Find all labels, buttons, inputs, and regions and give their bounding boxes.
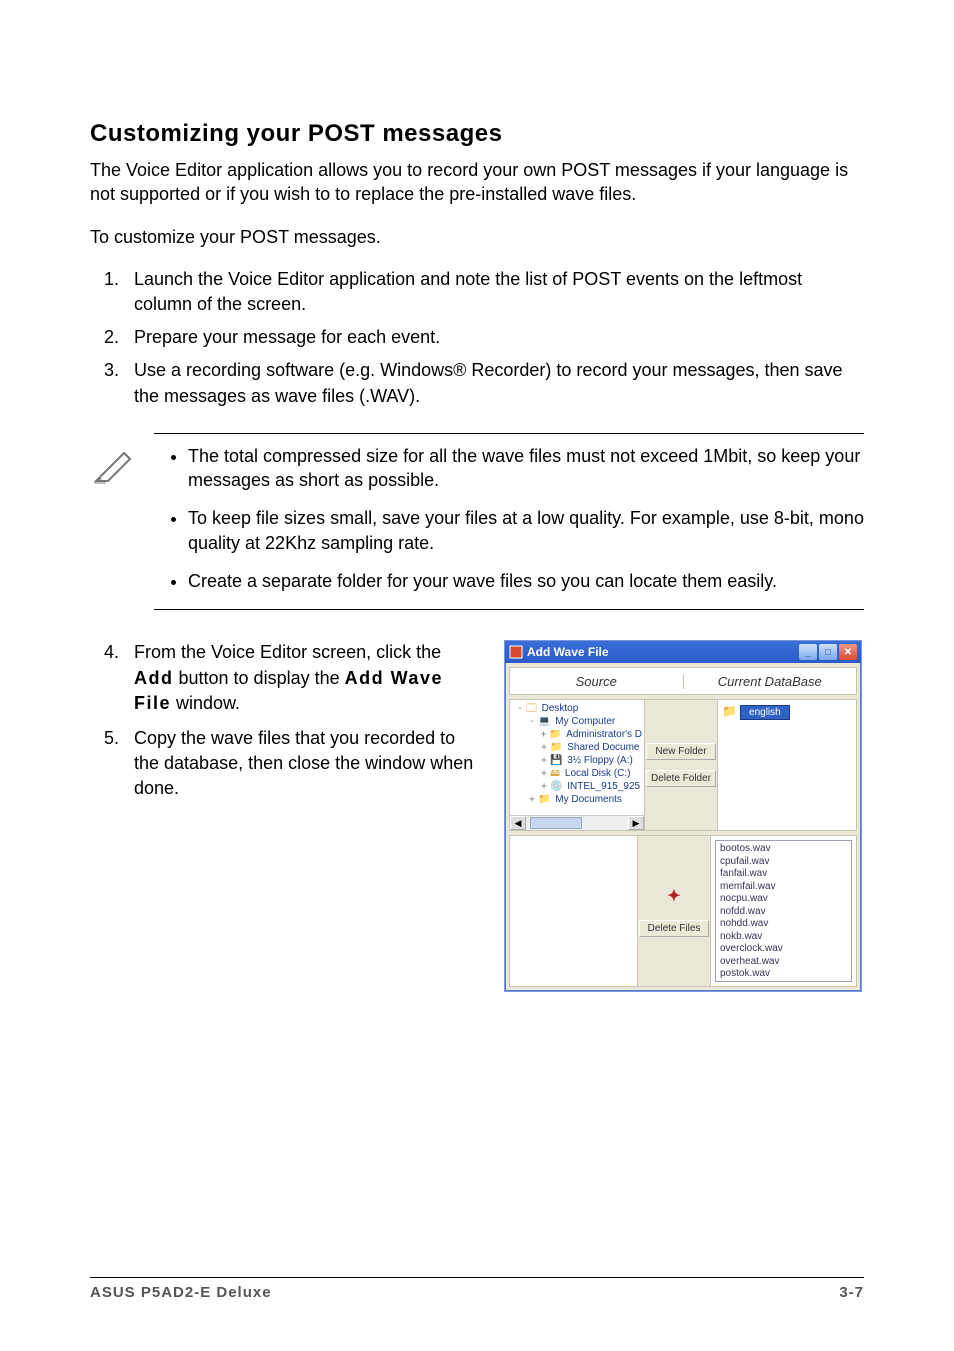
step-item: Use a recording software (e.g. Windows® … [124, 358, 864, 408]
tree-node[interactable]: Desktop [542, 702, 579, 715]
note-item: To keep file sizes small, save your file… [188, 506, 864, 555]
scroll-right-arrow-icon[interactable]: ▶ [628, 816, 644, 830]
file-item[interactable]: nocpu.wav [720, 893, 847, 906]
step-item: Launch the Voice Editor application and … [124, 267, 864, 317]
window-title: Add Wave File [527, 645, 609, 659]
database-files-list[interactable]: bootos.wav cpufail.wav fanfail.wav memfa… [715, 840, 852, 982]
folder-icon: 📁 [722, 704, 737, 718]
minimize-button[interactable]: _ [799, 644, 817, 660]
new-folder-button[interactable]: New Folder [646, 743, 716, 760]
page-footer: ASUS P5AD2-E Deluxe 3-7 [90, 1277, 864, 1301]
maximize-button[interactable]: □ [819, 644, 837, 660]
file-item[interactable]: nohdd.wav [720, 918, 847, 931]
column-header-row: Source Current DataBase [509, 667, 857, 695]
text: From the Voice Editor screen, click the [134, 642, 441, 662]
tree-node[interactable]: INTEL_915_925 [567, 780, 640, 793]
file-item[interactable]: vgafail.wav [720, 981, 847, 983]
lead-paragraph: To customize your POST messages. [90, 225, 864, 249]
steps-list-1: Launch the Voice Editor application and … [90, 267, 864, 409]
tree-node[interactable]: Local Disk (C:) [565, 767, 631, 780]
add-button-ref: Add [134, 668, 174, 688]
text: window. [171, 693, 240, 713]
note-item: Create a separate folder for your wave f… [188, 569, 864, 593]
step-item: Copy the wave files that you recorded to… [124, 726, 484, 802]
floppy-icon: 💾 [550, 754, 562, 767]
file-item[interactable]: nofdd.wav [720, 906, 847, 919]
folder-icon: 📁 [538, 793, 550, 806]
tree-node[interactable]: Shared Docume [567, 741, 639, 754]
close-button[interactable]: ✕ [839, 644, 857, 660]
database-header: Current DataBase [684, 674, 857, 689]
intro-paragraph: The Voice Editor application allows you … [90, 158, 864, 207]
horizontal-scrollbar[interactable]: ◀ ▶ [510, 815, 644, 830]
footer-product: ASUS P5AD2-E Deluxe [90, 1284, 272, 1301]
computer-icon: 💻 [538, 715, 550, 728]
source-files-pane[interactable] [510, 836, 638, 986]
add-wave-file-window: Add Wave File _ □ ✕ Source Current DataB… [504, 640, 862, 992]
selected-db-folder[interactable]: english [740, 705, 790, 720]
footer-page-number: 3-7 [839, 1284, 864, 1301]
tree-node[interactable]: 3½ Floppy (A:) [567, 754, 633, 767]
folder-icon: 📁 [550, 741, 562, 754]
text: button to display the [174, 668, 345, 688]
scroll-left-arrow-icon[interactable]: ◀ [510, 816, 526, 830]
tree-node[interactable]: Administrator's D [566, 728, 642, 741]
file-item[interactable]: fanfail.wav [720, 868, 847, 881]
cd-icon: 💿 [550, 780, 562, 793]
file-item[interactable]: overclock.wav [720, 943, 847, 956]
desktop-icon: 🗔 [526, 702, 537, 715]
pencil-icon [90, 433, 154, 610]
note-box: The total compressed size for all the wa… [90, 433, 864, 610]
delete-folder-button[interactable]: Delete Folder [646, 770, 716, 787]
file-item[interactable]: memfail.wav [720, 881, 847, 894]
source-tree-pane[interactable]: -🗔 Desktop -💻 My Computer +📁 Administrat… [510, 700, 645, 830]
note-item: The total compressed size for all the wa… [188, 444, 864, 493]
source-header: Source [510, 674, 684, 689]
section-heading: Customizing your POST messages [90, 120, 864, 148]
tree-node[interactable]: My Computer [555, 715, 615, 728]
window-titlebar: Add Wave File _ □ ✕ [505, 641, 861, 663]
file-item[interactable]: overheat.wav [720, 956, 847, 969]
app-icon [509, 645, 523, 659]
file-item[interactable]: bootos.wav [720, 843, 847, 856]
steps-list-2: From the Voice Editor screen, click the … [90, 640, 484, 801]
delete-files-button[interactable]: Delete Files [639, 920, 709, 937]
database-pane[interactable]: 📁 english [718, 700, 856, 830]
step-item: From the Voice Editor screen, click the … [124, 640, 484, 716]
disk-icon: 🖴 [550, 767, 560, 780]
step-item: Prepare your message for each event. [124, 325, 864, 350]
tree-node[interactable]: My Documents [555, 793, 622, 806]
file-item[interactable]: cpufail.wav [720, 856, 847, 869]
file-item[interactable]: nokb.wav [720, 931, 847, 944]
file-item[interactable]: postok.wav [720, 968, 847, 981]
scroll-thumb[interactable] [530, 817, 582, 829]
add-files-button[interactable]: ✦ [667, 886, 680, 906]
folder-icon: 📁 [549, 728, 561, 741]
